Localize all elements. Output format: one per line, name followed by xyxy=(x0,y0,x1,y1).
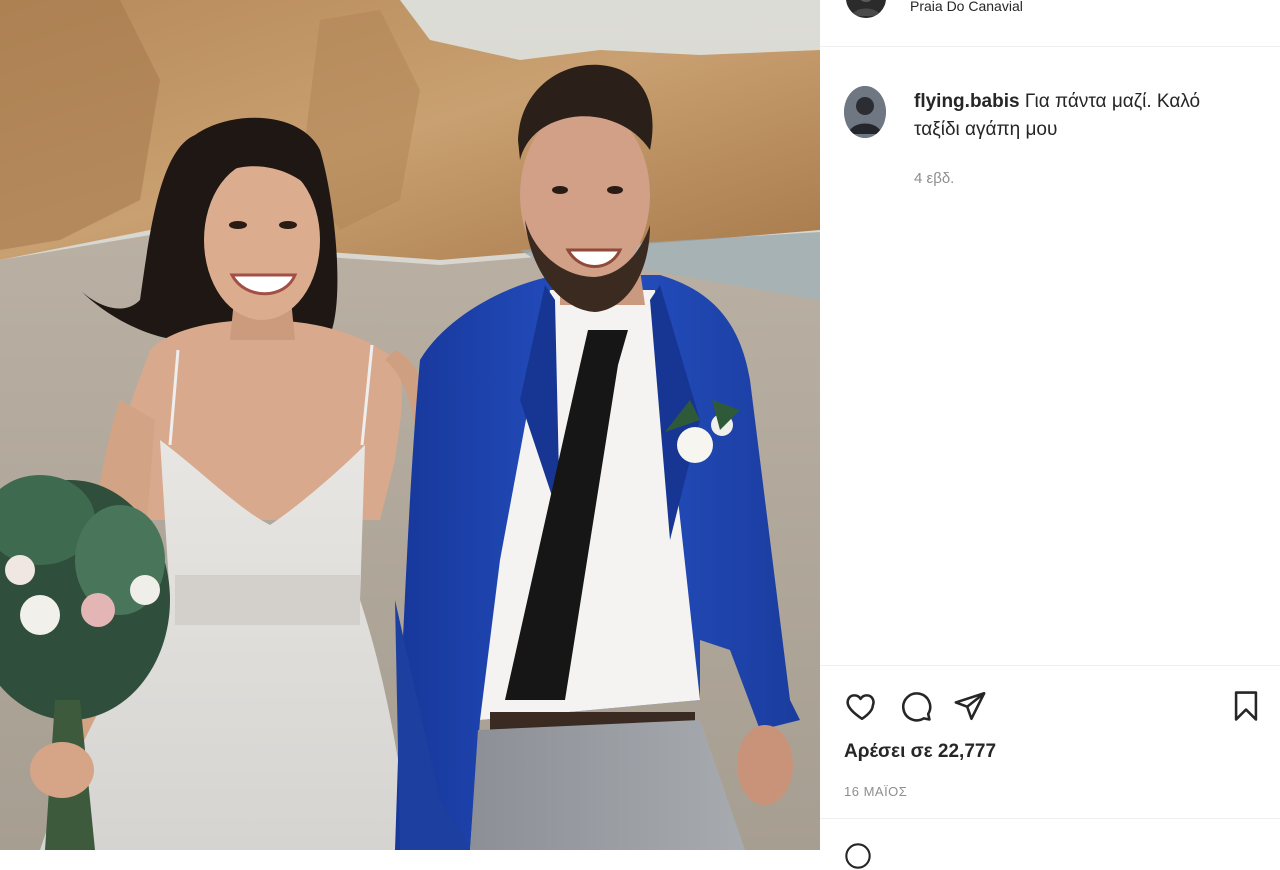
divider xyxy=(820,818,1280,819)
like-button[interactable] xyxy=(844,686,880,726)
post-side-panel: Praia Do Canavial flying.babis Για πάντα… xyxy=(820,0,1280,869)
comment-icon xyxy=(902,692,932,722)
save-button[interactable] xyxy=(1228,686,1264,726)
location-link[interactable]: Praia Do Canavial xyxy=(910,0,1023,14)
add-comment-row[interactable] xyxy=(844,838,1264,869)
post-date[interactable]: 16 ΜΑΪΟΣ xyxy=(844,784,907,799)
wedding-photo xyxy=(0,0,820,850)
author-avatar[interactable] xyxy=(846,0,886,18)
caption-age: 4 εβδ. xyxy=(914,170,955,187)
commenter-avatar[interactable] xyxy=(844,86,886,138)
share-button[interactable] xyxy=(952,686,988,726)
post-header: Praia Do Canavial xyxy=(820,0,1280,47)
bookmark-icon xyxy=(1234,691,1258,721)
caption-username[interactable]: flying.babis xyxy=(914,91,1020,112)
caption-text-block: flying.babis Για πάντα μαζί. Καλό ταξίδι… xyxy=(914,88,1234,144)
smiley-icon[interactable] xyxy=(844,842,872,870)
divider xyxy=(820,665,1280,666)
paper-plane-icon xyxy=(954,691,986,721)
heart-icon xyxy=(846,694,875,721)
likes-count[interactable]: Αρέσει σε 22,777 xyxy=(844,741,996,763)
post-photo[interactable] xyxy=(0,0,820,850)
comment-button[interactable] xyxy=(898,686,934,726)
action-bar xyxy=(844,686,1264,726)
